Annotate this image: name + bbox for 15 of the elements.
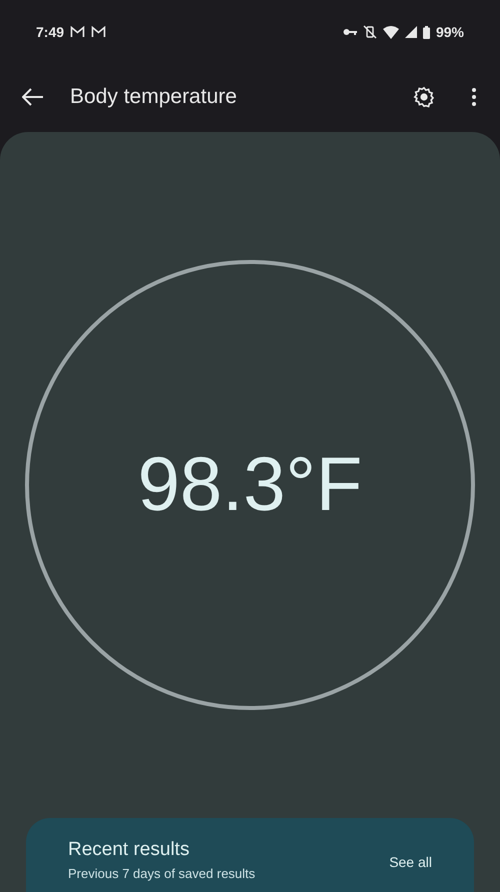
settings-button[interactable] — [412, 85, 436, 109]
recent-results-title: Recent results — [68, 838, 190, 862]
vibrate-off-icon — [362, 25, 377, 39]
battery-level: 99% — [436, 22, 464, 42]
recent-results-subtitle: Previous 7 days of saved results — [68, 866, 256, 882]
screen-title: Body temperature — [70, 84, 237, 110]
temperature-reading: 98.3°F — [138, 441, 362, 529]
see-all-link[interactable]: See all — [389, 852, 432, 873]
mail-icon — [91, 26, 106, 38]
wifi-icon — [382, 26, 399, 38]
signal-icon — [404, 26, 417, 38]
battery-icon — [422, 26, 430, 38]
key-icon — [342, 28, 357, 36]
mail-icon — [70, 26, 86, 38]
status-time: 7:49 — [36, 22, 64, 42]
